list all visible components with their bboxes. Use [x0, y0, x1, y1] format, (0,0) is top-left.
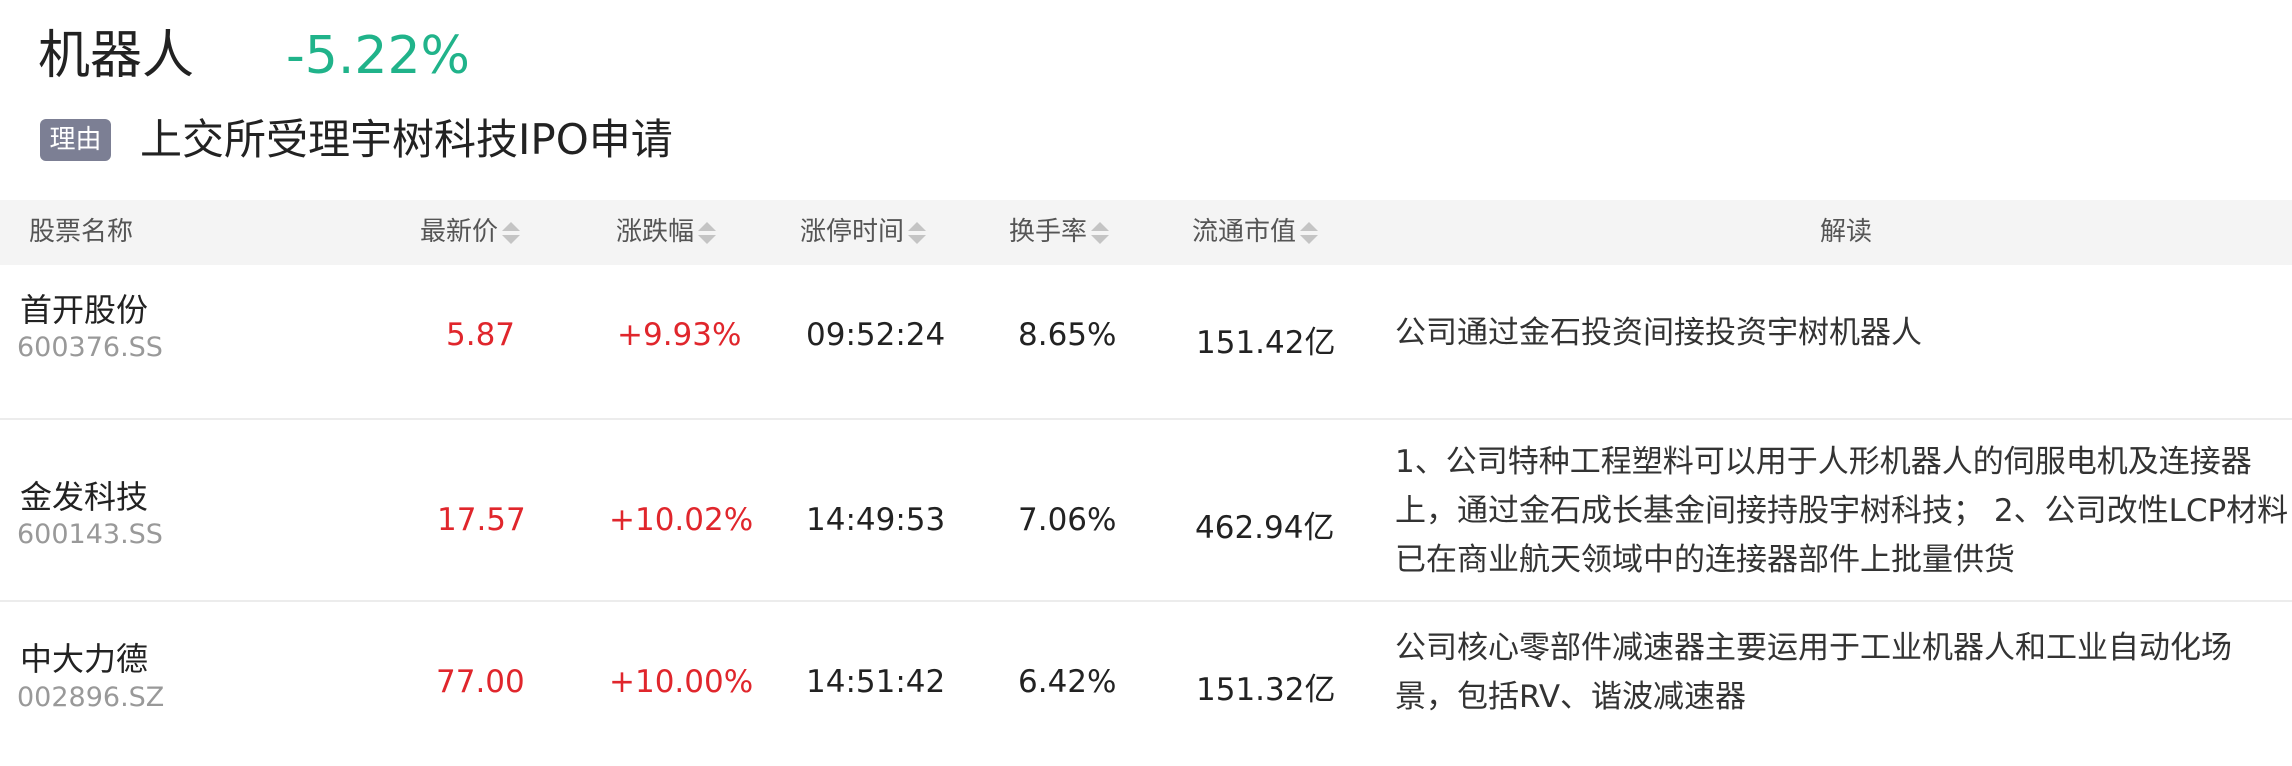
- column-header-market-cap[interactable]: 流通市值: [1192, 200, 1319, 265]
- limit-up-time: 14:49:53: [806, 502, 946, 538]
- column-label: 最新价: [420, 217, 499, 247]
- stock-code: 600376.SS: [17, 332, 163, 363]
- sector-change: -5.22%: [286, 26, 470, 86]
- price-change: +10.02%: [609, 502, 754, 538]
- column-header-change[interactable]: 涨跌幅: [616, 200, 717, 265]
- latest-price: 17.57: [437, 502, 526, 538]
- interpretation-line: 上，通过金石成长基金间接持股宇树科技； 2、公司改性LCP材料: [1395, 493, 2289, 529]
- stock-name[interactable]: 金发科技: [20, 472, 148, 518]
- column-label: 换手率: [1009, 217, 1088, 247]
- table-row[interactable]: 中大力德 002896.SZ 77.00 +10.00% 14:51:42 6.…: [0, 602, 2292, 766]
- limit-up-time: 09:52:24: [806, 317, 946, 353]
- interpretation: 公司核心零部件减速器主要运用于工业机器人和工业自动化场 景，包括RV、谐波减速器: [1395, 624, 2232, 722]
- sort-icon[interactable]: [907, 220, 927, 246]
- market-cap: 151.42亿: [1196, 325, 1336, 361]
- column-header-stock-name: 股票名称: [29, 200, 133, 265]
- interpretation-line: 已在商业航天领域中的连接器部件上批量供货: [1395, 542, 2015, 578]
- stock-code: 600143.SS: [17, 519, 163, 550]
- latest-price: 77.00: [436, 664, 525, 700]
- column-label: 涨停时间: [800, 217, 905, 247]
- sector-header: 机器人 -5.22% 理由 上交所受理宇树科技IPO申请: [0, 0, 2292, 200]
- stock-name[interactable]: 首开股份: [20, 285, 148, 331]
- column-header-turnover[interactable]: 换手率: [1009, 200, 1110, 265]
- interpretation-line: 1、公司特种工程塑料可以用于人形机器人的伺服电机及连接器: [1395, 444, 2252, 480]
- stock-table: 股票名称 最新价 涨跌幅 涨停时间 换手率 流通市值 解读 首开股份 60037…: [0, 200, 2292, 766]
- limit-up-time: 14:51:42: [806, 664, 946, 700]
- turnover-rate: 6.42%: [1018, 664, 1117, 700]
- sort-icon[interactable]: [1090, 220, 1110, 246]
- stock-code: 002896.SZ: [17, 682, 165, 713]
- price-change: +9.93%: [617, 317, 742, 353]
- price-change: +10.00%: [609, 664, 754, 700]
- reason-text: 上交所受理宇树科技IPO申请: [140, 115, 673, 164]
- interpretation-line: 公司通过金石投资间接投资宇树机器人: [1395, 315, 1922, 351]
- sort-icon[interactable]: [1299, 220, 1319, 246]
- table-row[interactable]: 金发科技 600143.SS 17.57 +10.02% 14:49:53 7.…: [0, 420, 2292, 602]
- column-label: 涨跌幅: [616, 217, 695, 247]
- column-header-limit-time[interactable]: 涨停时间: [800, 200, 927, 265]
- column-header-interpretation: 解读: [1820, 200, 1872, 265]
- sector-name: 机器人: [38, 26, 195, 86]
- table-header: 股票名称 最新价 涨跌幅 涨停时间 换手率 流通市值 解读: [0, 200, 2292, 265]
- interpretation-line: 公司核心零部件减速器主要运用于工业机器人和工业自动化场: [1395, 630, 2232, 666]
- market-cap: 462.94亿: [1195, 510, 1335, 546]
- sort-icon[interactable]: [501, 220, 521, 246]
- sort-icon[interactable]: [697, 220, 717, 246]
- column-label: 解读: [1820, 217, 1873, 247]
- market-cap: 151.32亿: [1196, 672, 1336, 708]
- stock-name[interactable]: 中大力德: [20, 634, 148, 680]
- column-label: 股票名称: [29, 217, 134, 247]
- turnover-rate: 7.06%: [1018, 502, 1117, 538]
- table-row[interactable]: 首开股份 600376.SS 5.87 +9.93% 09:52:24 8.65…: [0, 265, 2292, 420]
- turnover-rate: 8.65%: [1018, 317, 1117, 353]
- column-header-price[interactable]: 最新价: [420, 200, 521, 265]
- latest-price: 5.87: [446, 317, 516, 353]
- column-label: 流通市值: [1192, 217, 1297, 247]
- reason-tag: 理由: [40, 119, 111, 161]
- interpretation-line: 景，包括RV、谐波减速器: [1395, 679, 1747, 715]
- interpretation: 1、公司特种工程塑料可以用于人形机器人的伺服电机及连接器 上，通过金石成长基金间…: [1395, 438, 2288, 585]
- interpretation: 公司通过金石投资间接投资宇树机器人: [1395, 309, 1922, 358]
